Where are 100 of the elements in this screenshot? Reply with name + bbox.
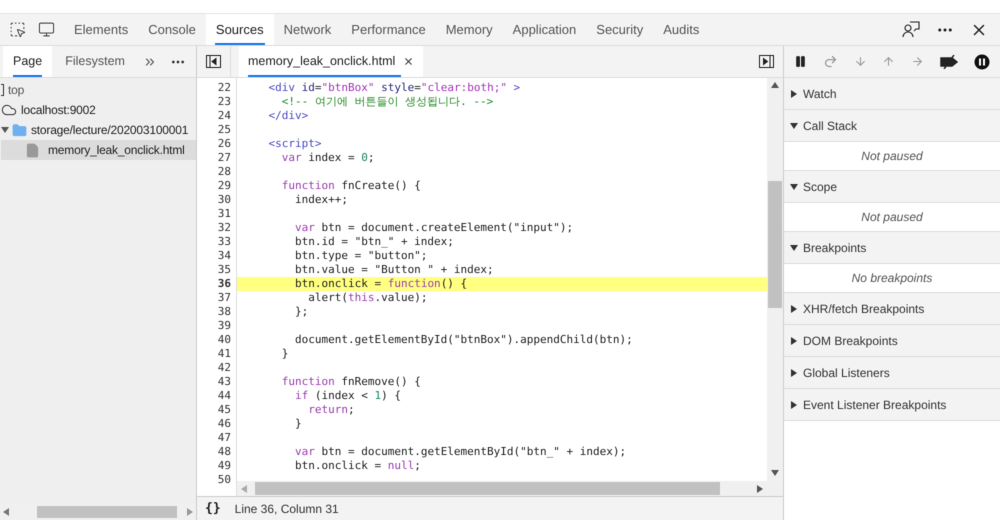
line-number: 38 xyxy=(218,305,231,319)
line-number: 44 xyxy=(218,389,231,403)
deactivate-breakpoints-icon[interactable] xyxy=(940,54,958,68)
panel-tab[interactable]: Performance xyxy=(341,14,436,45)
collapse-arrow-icon xyxy=(790,244,798,252)
line-number: 46 xyxy=(218,417,231,431)
section-header[interactable]: Breakpoints xyxy=(784,232,1000,264)
tree-item[interactable]: storage/lecture/202003100001 xyxy=(1,120,196,140)
frame-icon xyxy=(1,84,4,96)
code-line: function fnCreate() { xyxy=(280,179,422,193)
panel-tab[interactable]: Network xyxy=(274,14,342,45)
scroll-down-icon[interactable] xyxy=(771,470,779,476)
section-header[interactable]: DOM Breakpoints xyxy=(784,325,1000,357)
scroll-left-icon[interactable] xyxy=(3,508,9,516)
pretty-print-button[interactable]: {} xyxy=(205,498,221,518)
scroll-right-icon[interactable] xyxy=(757,484,763,492)
code-line: index++; xyxy=(294,193,349,207)
expand-arrow-icon xyxy=(790,368,798,376)
file-icon xyxy=(25,142,40,158)
close-tab-icon[interactable] xyxy=(403,56,414,67)
line-number: 36 xyxy=(218,277,231,291)
line-number: 48 xyxy=(218,445,231,459)
navigator-tab[interactable]: Page xyxy=(3,46,52,77)
panel-tab[interactable]: Security xyxy=(586,14,654,45)
section-header[interactable]: XHR/fetch Breakpoints xyxy=(784,293,1000,325)
section-header[interactable]: Global Listeners xyxy=(784,357,1000,389)
line-number: 27 xyxy=(218,151,231,165)
line-number: 47 xyxy=(218,431,231,445)
tree-item[interactable]: localhost:9002 xyxy=(1,100,196,120)
line-number: 23 xyxy=(218,95,231,109)
vertical-scrollbar[interactable] xyxy=(767,78,783,496)
line-number: 25 xyxy=(218,123,231,137)
code-line: document.getElementById("btnBox").appendChild(btn); xyxy=(294,333,634,347)
inspect-icon[interactable] xyxy=(9,21,26,38)
line-number: 43 xyxy=(218,375,231,389)
code-line: btn.type = "button"; xyxy=(294,249,428,263)
section-header[interactable]: Call Stack xyxy=(784,110,1000,142)
code-line: function fnRemove() { xyxy=(280,375,422,389)
cursor-position: Line 36, Column 31 xyxy=(234,500,339,518)
device-icon[interactable] xyxy=(38,21,55,38)
line-number: 42 xyxy=(218,361,231,375)
horizontal-scrollbar[interactable] xyxy=(237,481,767,496)
line-number: 32 xyxy=(218,221,231,235)
section-header[interactable]: Event Listener Breakpoints xyxy=(784,389,1000,421)
section-header[interactable]: Scope xyxy=(784,171,1000,203)
tree-item[interactable]: memory_leak_onclick.html xyxy=(1,140,196,160)
scroll-up-icon[interactable] xyxy=(771,82,779,88)
folder-icon xyxy=(12,122,27,138)
panel-tab[interactable]: Application xyxy=(502,14,586,45)
expand-arrow-icon xyxy=(790,336,798,344)
code-line: <script> xyxy=(267,137,322,151)
section-header[interactable]: Watch xyxy=(784,78,1000,110)
panel-tab[interactable]: Console xyxy=(138,14,206,45)
step-into-icon[interactable] xyxy=(854,55,867,68)
toggle-debugger-icon[interactable] xyxy=(759,55,774,68)
expand-arrow-icon xyxy=(790,400,798,408)
expand-arrow-icon xyxy=(790,90,798,98)
panel-tab[interactable]: Memory xyxy=(436,14,503,45)
tree-item[interactable]: top xyxy=(1,80,196,100)
step-out-icon[interactable] xyxy=(882,55,896,68)
code-line: if (index < 1) { xyxy=(294,389,402,403)
collapse-arrow-icon xyxy=(790,182,798,190)
pause-on-exceptions-icon[interactable] xyxy=(974,54,990,70)
code-line: <div id="btnBox" style="clear:both;" > xyxy=(267,81,522,95)
code-line: </div> xyxy=(267,109,310,123)
code-line: } xyxy=(294,417,303,431)
line-number: 28 xyxy=(218,165,231,179)
line-number: 30 xyxy=(218,193,231,207)
line-number: 49 xyxy=(218,459,231,473)
code-line: btn.id = "btn_" + index; xyxy=(294,235,455,249)
code-line: btn.value = "Button " + index; xyxy=(294,263,495,277)
line-number: 24 xyxy=(218,109,231,123)
code-line: <!-- 여기에 버튼들이 생성됩니다. --> xyxy=(280,95,494,109)
code-line: var btn = document.createElement("input"); xyxy=(294,221,574,235)
feedback-icon[interactable] xyxy=(902,20,920,38)
pause-icon[interactable] xyxy=(794,55,807,68)
line-number: 41 xyxy=(218,347,231,361)
line-number: 31 xyxy=(218,207,231,221)
line-number: 45 xyxy=(218,403,231,417)
step-over-icon[interactable] xyxy=(822,54,838,69)
line-number: 40 xyxy=(218,333,231,347)
cloud-icon xyxy=(1,102,17,118)
code-line: var index = 0; xyxy=(280,151,376,165)
file-tab[interactable]: memory_leak_onclick.html xyxy=(239,46,424,77)
line-number: 50 xyxy=(218,473,231,487)
code-line: }; xyxy=(294,305,310,319)
code-line: var btn = document.getElementById("btn_" + index); xyxy=(294,445,628,459)
panel-tab[interactable]: Sources xyxy=(206,14,274,45)
horizontal-scrollbar[interactable] xyxy=(0,503,196,520)
toggle-navigator-icon[interactable] xyxy=(206,55,221,68)
panel-tab[interactable]: Audits xyxy=(653,14,710,45)
line-number: 37 xyxy=(218,291,231,305)
line-number: 22 xyxy=(218,81,231,95)
expand-arrow-icon[interactable] xyxy=(1,126,9,134)
navigator-tab[interactable]: Filesystem xyxy=(55,46,135,77)
line-number: 34 xyxy=(218,249,231,263)
step-icon[interactable] xyxy=(911,55,924,68)
line-number: 39 xyxy=(218,319,231,333)
panel-tab[interactable]: Elements xyxy=(64,14,138,45)
line-number: 33 xyxy=(218,235,231,249)
